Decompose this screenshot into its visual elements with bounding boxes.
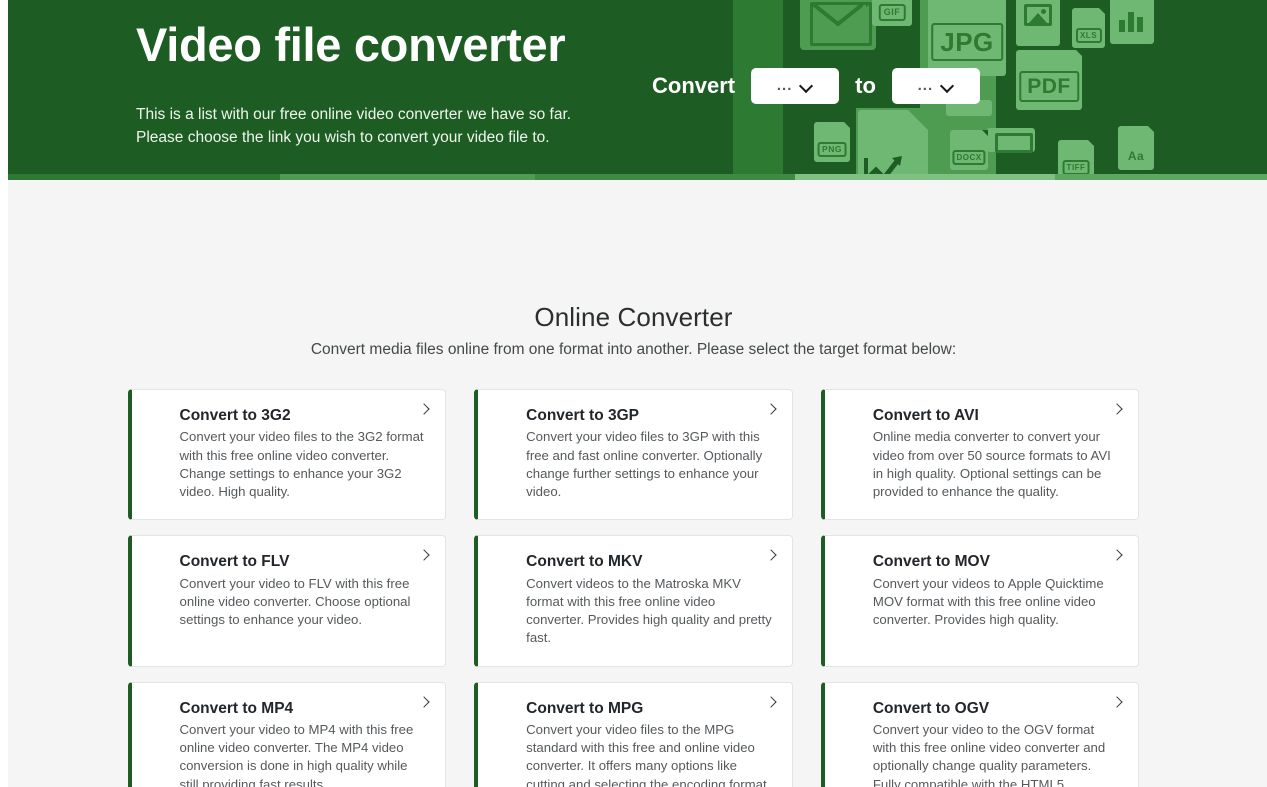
card-title: Convert to 3GP [526, 407, 639, 424]
card-title: Convert to AVI [872, 407, 979, 424]
converter-card-3gp[interactable]: Convert to 3GP Convert your video files … [474, 389, 793, 521]
image-file-icon [1016, 0, 1060, 46]
converter-card-avi[interactable]: Convert to AVI Online media converter to… [820, 389, 1140, 521]
jpg-file-icon: JPG [928, 0, 1006, 76]
card-title: Convert to MP4 [179, 699, 294, 717]
card-description: Online media converter to convert your v… [872, 429, 1111, 500]
converter-card-ogv[interactable]: Convert to OGV Convert your video to the… [820, 681, 1140, 787]
source-format-value: ... [776, 77, 793, 94]
to-label: to [855, 73, 876, 98]
chevron-down-icon [800, 80, 813, 93]
converter-card-flv[interactable]: Convert to FLV Convert your video to FLV… [127, 535, 447, 667]
line-chart-file-icon [858, 110, 928, 180]
section-lead: Convert media files online from one form… [310, 341, 957, 358]
card-description: Convert your video to the OGV format wit… [872, 721, 1106, 787]
converter-card-mp4[interactable]: Convert to MP4 Convert your video to MP4… [127, 681, 447, 787]
image-glyph-icon [1024, 4, 1052, 26]
converter-card-mkv[interactable]: Convert to MKV Convert videos to the Mat… [474, 535, 793, 667]
card-description: Convert your video files to the MPG stan… [526, 721, 771, 787]
converter-card-3g2[interactable]: Convert to 3G2 Convert your video files … [127, 389, 447, 521]
bar-chart-file-icon [1110, 0, 1154, 44]
convert-controls: Convert ... to ... [652, 68, 980, 104]
card-title: Convert to FLV [179, 553, 290, 571]
chevron-right-icon [1112, 550, 1124, 562]
target-format-value: ... [917, 77, 934, 94]
hero-subtitle-line-2: Please choose the link you wish to conve… [136, 129, 550, 147]
chevron-right-icon [1112, 404, 1124, 416]
main-content: Online Converter Convert media files onl… [0, 180, 1267, 787]
source-format-select[interactable]: ... [751, 68, 840, 104]
chevron-right-icon [766, 550, 778, 562]
chevron-right-icon [766, 404, 778, 416]
page-title: Video file converter [136, 18, 566, 71]
converter-card-mpg[interactable]: Convert to MPG Convert your video files … [474, 681, 793, 787]
target-format-select[interactable]: ... [891, 68, 980, 104]
png-file-label: PNG [817, 141, 847, 158]
card-title: Convert to MKV [526, 553, 643, 571]
pdf-file-icon: PDF [1016, 50, 1082, 110]
jpg-file-label: JPG [931, 23, 1003, 62]
converter-card-grid: Convert to 3G2 Convert your video files … [127, 389, 1140, 787]
card-description: Convert your videos to Apple Quicktime M… [872, 575, 1104, 628]
gif-file-icon: GIF [872, 0, 912, 26]
printer-icon [987, 128, 1035, 153]
envelope-flap-icon [813, 4, 863, 27]
card-description: Convert your video to MP4 with this free… [179, 721, 414, 787]
docx-file-label: DOCX [952, 150, 986, 166]
bar-chart-glyph-icon [1119, 12, 1143, 32]
card-description: Convert your video files to 3GP with thi… [526, 429, 763, 500]
convert-label: Convert [652, 73, 736, 98]
chevron-down-icon [941, 80, 954, 93]
chevron-right-icon [766, 697, 778, 709]
text-file-label: Aa [1127, 149, 1145, 164]
page-left-gutter [0, 0, 8, 787]
chevron-right-icon [1112, 697, 1124, 709]
hero-text-block: Video file converter This is a list with… [136, 18, 571, 150]
hero-subtitle-line-1: This is a list with our free online vide… [136, 106, 572, 124]
chevron-right-icon [419, 550, 431, 562]
text-file-icon: Aa [1118, 126, 1154, 170]
chevron-right-icon [419, 697, 431, 709]
xls-file-icon: XLS [1072, 8, 1105, 48]
hero-header: GIF JPG XLS PDF PNG DOCX TIFF Aa Video f… [0, 0, 1267, 180]
tiff-file-icon: TIFF [1058, 140, 1094, 180]
card-title: Convert to OGV [872, 699, 990, 717]
page-root: GIF JPG XLS PDF PNG DOCX TIFF Aa Video f… [0, 0, 1267, 787]
decor-panel [856, 108, 928, 180]
card-title: Convert to MPG [526, 699, 644, 717]
gif-file-label: GIF [878, 3, 906, 21]
card-description: Convert your video files to the 3G2 form… [179, 429, 424, 500]
converter-card-mov[interactable]: Convert to MOV Convert your videos to Ap… [820, 535, 1140, 667]
card-description: Convert your video to FLV with this free… [179, 575, 411, 628]
card-description: Convert videos to the Matroska MKV forma… [526, 575, 772, 646]
section-heading: Online Converter [534, 302, 733, 332]
card-title: Convert to MOV [872, 553, 990, 571]
chevron-right-icon [419, 404, 431, 416]
docx-file-icon: DOCX [950, 130, 988, 170]
envelope-icon [800, 0, 876, 50]
xls-file-label: XLS [1075, 28, 1102, 44]
card-title: Convert to 3G2 [179, 407, 291, 424]
line-chart-glyph-icon [864, 156, 902, 180]
tiff-file-label: TIFF [1062, 160, 1090, 176]
pdf-file-label: PDF [1019, 70, 1079, 102]
png-file-icon: PNG [814, 122, 850, 162]
